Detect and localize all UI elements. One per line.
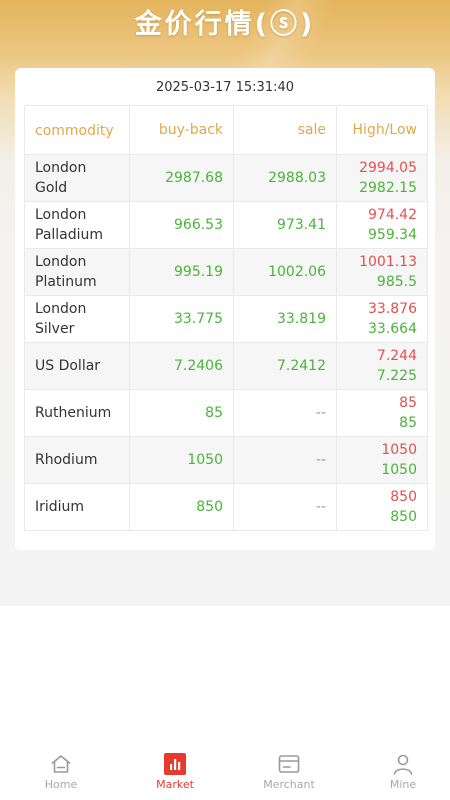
bottom-tab-bar: Home Market Merchant Mine	[0, 748, 450, 800]
high-low-cell: 1050 1050	[336, 436, 428, 484]
table-row: Ruthenium 85 -- 85 85	[24, 389, 428, 437]
commodity-name: London Gold	[24, 154, 130, 202]
sale-price: 7.2412	[233, 342, 337, 390]
low-price: 985.5	[376, 274, 417, 290]
page-title: 金价行情(ⓢ)	[134, 9, 316, 40]
commodity-name: London Platinum	[24, 248, 130, 296]
table-row: London Gold 2987.68 2988.03 2994.05 2982…	[24, 154, 428, 202]
table-row: Iridium 850 -- 850 850	[24, 483, 428, 531]
high-price: 33.876	[368, 301, 417, 317]
column-header-sale: sale	[233, 105, 337, 155]
high-low-cell: 7.244 7.225	[336, 342, 428, 390]
commodity-name: Iridium	[24, 483, 130, 531]
tab-label-market: Market	[156, 778, 194, 791]
bar-chart-icon	[164, 753, 186, 775]
home-icon	[51, 755, 71, 773]
column-header-buyback: buy-back	[129, 105, 234, 155]
high-low-cell: 1001.13 985.5	[336, 248, 428, 296]
buyback-price: 850	[129, 483, 234, 531]
sale-price: --	[233, 389, 337, 437]
commodity-name: US Dollar	[24, 342, 130, 390]
buyback-price: 966.53	[129, 201, 234, 249]
tab-label-mine: Mine	[389, 778, 417, 791]
commodity-name: Rhodium	[24, 436, 130, 484]
high-low-cell: 974.42 959.34	[336, 201, 428, 249]
tab-mine[interactable]: Mine	[347, 748, 450, 800]
low-price: 33.664	[368, 321, 417, 337]
high-price: 2994.05	[359, 160, 417, 176]
table-header-row: commodity buy-back sale High/Low	[24, 105, 428, 155]
buyback-price: 33.775	[129, 295, 234, 343]
table-row: London Palladium 966.53 973.41 974.42 95…	[24, 201, 428, 249]
user-icon	[393, 754, 413, 775]
buyback-price: 7.2406	[129, 342, 234, 390]
commodity-name: Ruthenium	[24, 389, 130, 437]
high-price: 85	[399, 395, 417, 411]
high-low-cell: 33.876 33.664	[336, 295, 428, 343]
high-price: 1050	[381, 442, 417, 458]
high-low-cell: 85 85	[336, 389, 428, 437]
sale-price: --	[233, 483, 337, 531]
low-price: 85	[399, 415, 417, 431]
tab-merchant[interactable]: Merchant	[233, 748, 345, 800]
sale-price: --	[233, 436, 337, 484]
table-row: London Silver 33.775 33.819 33.876 33.66…	[24, 295, 428, 343]
buyback-price: 1050	[129, 436, 234, 484]
low-price: 959.34	[368, 227, 417, 243]
tab-market[interactable]: Market	[119, 748, 231, 800]
market-card: 2025-03-17 15:31:40 commodity buy-back s…	[15, 68, 435, 550]
high-price: 974.42	[368, 207, 417, 223]
low-price: 850	[390, 509, 417, 525]
buyback-price: 85	[129, 389, 234, 437]
column-header-commodity: commodity	[24, 105, 130, 155]
low-price: 1050	[381, 462, 417, 478]
tab-home[interactable]: Home	[5, 748, 117, 800]
card-icon	[278, 755, 300, 773]
sale-price: 2988.03	[233, 154, 337, 202]
sale-price: 1002.06	[233, 248, 337, 296]
column-header-high-low: High/Low	[336, 105, 428, 155]
high-price: 7.244	[376, 348, 417, 364]
high-low-cell: 2994.05 2982.15	[336, 154, 428, 202]
table-row: US Dollar 7.2406 7.2412 7.244 7.225	[24, 342, 428, 390]
update-timestamp: 2025-03-17 15:31:40	[155, 80, 295, 95]
high-price: 850	[390, 489, 417, 505]
table-row: London Platinum 995.19 1002.06 1001.13 9…	[24, 248, 428, 296]
tab-label-home: Home	[44, 778, 78, 791]
commodity-name: London Silver	[24, 295, 130, 343]
high-price: 1001.13	[359, 254, 417, 270]
high-low-cell: 850 850	[336, 483, 428, 531]
buyback-price: 995.19	[129, 248, 234, 296]
commodity-name: London Palladium	[24, 201, 130, 249]
tab-label-merchant: Merchant	[263, 778, 315, 791]
price-table: commodity buy-back sale High/Low London …	[24, 105, 428, 531]
sale-price: 973.41	[233, 201, 337, 249]
low-price: 7.225	[376, 368, 417, 384]
sale-price: 33.819	[233, 295, 337, 343]
low-price: 2982.15	[359, 180, 417, 196]
table-row: Rhodium 1050 -- 1050 1050	[24, 436, 428, 484]
buyback-price: 2987.68	[129, 154, 234, 202]
